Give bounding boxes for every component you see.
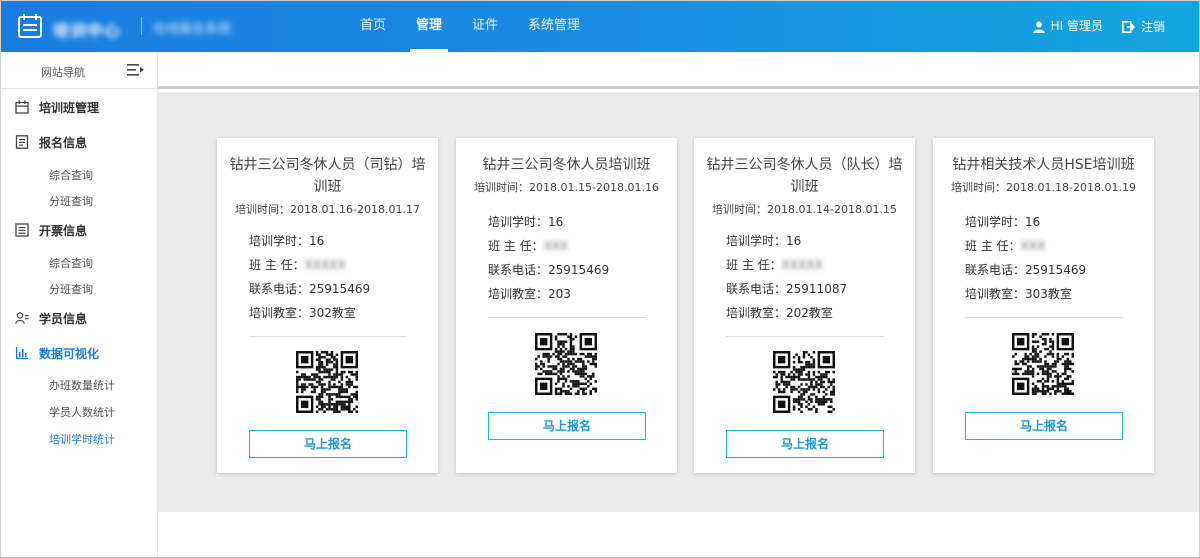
sidebar-item-label: 开票信息	[39, 223, 88, 238]
signup-button[interactable]: 马上报名	[726, 430, 884, 458]
field-room: 培训教室：302教室	[249, 306, 356, 320]
field-hours: 培训学时：16	[249, 234, 325, 248]
course-date: 培训时间：2018.01.16-2018.01.17	[235, 203, 420, 216]
course-card: 钻井三公司冬休人员（司钻）培训班 培训时间：2018.01.16-2018.01…	[217, 138, 438, 473]
main-nav: 首页 管理 证件 系统管理	[346, 1, 596, 52]
brand-separator	[141, 17, 142, 35]
field-hours: 培训学时：16	[488, 215, 564, 229]
top-header: 培训中心 在线报名系统 首页 管理 证件 系统管理 HI 管理员 注销	[1, 1, 1199, 52]
content-area: 钻井三公司冬休人员（司钻）培训班 培训时间：2018.01.16-2018.01…	[158, 92, 1199, 512]
field-room: 培训教室：202教室	[726, 306, 833, 320]
list-icon	[15, 223, 29, 237]
logout-button[interactable]: 注销	[1121, 1, 1165, 52]
signup-button[interactable]: 马上报名	[488, 412, 646, 440]
field-hours: 培训学时：16	[965, 215, 1041, 229]
user-label: HI 管理员	[1050, 19, 1103, 33]
field-phone: 联系电话：25911087	[726, 282, 848, 296]
document-icon	[15, 135, 29, 149]
course-fields: 培训学时：16 班 主 任：XXX 联系电话：25915469 培训教室：303…	[965, 210, 1086, 306]
field-teacher: 班 主 任：XXXXX	[249, 258, 346, 272]
field-room: 培训教室：203	[488, 287, 571, 301]
card-divider	[488, 317, 646, 318]
sidebar-item-data-visualization[interactable]: 数据可视化	[1, 342, 158, 364]
sidebar-subitem-invoice-by-class[interactable]: 分班查询	[49, 281, 93, 297]
card-divider	[726, 336, 884, 337]
bar-chart-icon	[16, 347, 28, 359]
sidebar: 网站导航 培训班管理 报名信息 综合查询 分班查询 开票信息 综合查询 分班查询…	[1, 52, 158, 557]
course-date: 培训时间：2018.01.15-2018.01.16	[474, 181, 659, 194]
nav-manage[interactable]: 管理	[402, 1, 456, 52]
course-title: 钻井三公司冬休人员培训班	[482, 157, 651, 173]
signup-button[interactable]: 马上报名	[965, 412, 1123, 440]
sidebar-title: 网站导航	[41, 66, 85, 79]
field-phone: 联系电话：25915469	[965, 263, 1087, 277]
brand-name: 培训中心	[53, 21, 122, 40]
sidebar-subitem-training-hours-stats[interactable]: 培训学时统计	[49, 431, 115, 447]
course-card: 钻井三公司冬休人员培训班 培训时间：2018.01.15-2018.01.16 …	[456, 138, 677, 473]
sidebar-subitem-student-count-stats[interactable]: 学员人数统计	[49, 404, 115, 420]
brand-subtitle: 在线报名系统	[153, 22, 232, 37]
course-title: 钻井相关技术人员HSE培训班	[952, 157, 1135, 173]
sidebar-subitem-registration-overview[interactable]: 综合查询	[49, 167, 93, 183]
course-title: 钻井三公司冬休人员（司钻）培训班	[229, 157, 426, 195]
logout-icon	[1121, 20, 1135, 33]
course-card: 钻井相关技术人员HSE培训班 培训时间：2018.01.18-2018.01.1…	[933, 138, 1154, 473]
qr-code-icon	[1012, 333, 1074, 395]
sidebar-subitem-invoice-overview[interactable]: 综合查询	[49, 255, 93, 271]
sidebar-item-invoice[interactable]: 开票信息	[1, 219, 158, 241]
nav-home[interactable]: 首页	[346, 1, 400, 52]
nav-certificates[interactable]: 证件	[458, 1, 512, 52]
course-title: 钻井三公司冬休人员（队长）培训班	[706, 157, 903, 195]
card-divider	[965, 317, 1123, 318]
field-phone: 联系电话：25915469	[488, 263, 610, 277]
sidebar-item-training-class[interactable]: 培训班管理	[1, 96, 158, 118]
logo-icon	[18, 14, 42, 38]
logout-label: 注销	[1140, 20, 1165, 34]
sidebar-item-label: 报名信息	[39, 135, 88, 150]
field-room: 培训教室：303教室	[965, 287, 1072, 301]
calendar-icon	[15, 100, 29, 114]
signup-button[interactable]: 马上报名	[249, 430, 407, 458]
field-teacher: 班 主 任：XXX	[488, 239, 569, 253]
field-phone: 联系电话：25915469	[249, 282, 371, 296]
field-hours: 培训学时：16	[726, 234, 802, 248]
user-group-icon	[15, 312, 29, 324]
sidebar-item-label: 数据可视化	[39, 346, 100, 361]
content-toolbar	[158, 52, 1199, 89]
sidebar-item-students[interactable]: 学员信息	[1, 307, 158, 329]
qr-code-icon	[296, 351, 358, 413]
sidebar-collapse-icon[interactable]	[127, 63, 145, 77]
user-menu[interactable]: HI 管理员	[1032, 1, 1103, 52]
course-card: 钻井三公司冬休人员（队长）培训班 培训时间：2018.01.14-2018.01…	[694, 138, 915, 473]
sidebar-item-registration[interactable]: 报名信息	[1, 131, 158, 153]
sidebar-subitem-class-count-stats[interactable]: 办班数量统计	[49, 377, 115, 393]
field-teacher: 班 主 任：XXX	[965, 239, 1046, 253]
course-fields: 培训学时：16 班 主 任：XXX 联系电话：25915469 培训教室：203	[488, 210, 609, 306]
sidebar-subitem-registration-by-class[interactable]: 分班查询	[49, 193, 93, 209]
sidebar-header: 网站导航	[1, 52, 158, 89]
course-fields: 培训学时：16 班 主 任：XXXXX 联系电话：25911087 培训教室：2…	[726, 229, 847, 325]
nav-system-management[interactable]: 系统管理	[514, 1, 594, 52]
course-date: 培训时间：2018.01.14-2018.01.15	[712, 203, 897, 216]
sidebar-item-label: 培训班管理	[39, 100, 100, 115]
field-teacher: 班 主 任：XXXXX	[726, 258, 823, 272]
user-icon	[1032, 21, 1045, 33]
sidebar-item-label: 学员信息	[39, 311, 88, 326]
qr-code-icon	[535, 333, 597, 395]
course-fields: 培训学时：16 班 主 任：XXXXX 联系电话：25915469 培训教室：3…	[249, 229, 370, 325]
card-divider	[249, 336, 407, 337]
course-date: 培训时间：2018.01.18-2018.01.19	[951, 181, 1136, 194]
qr-code-icon	[773, 351, 835, 413]
